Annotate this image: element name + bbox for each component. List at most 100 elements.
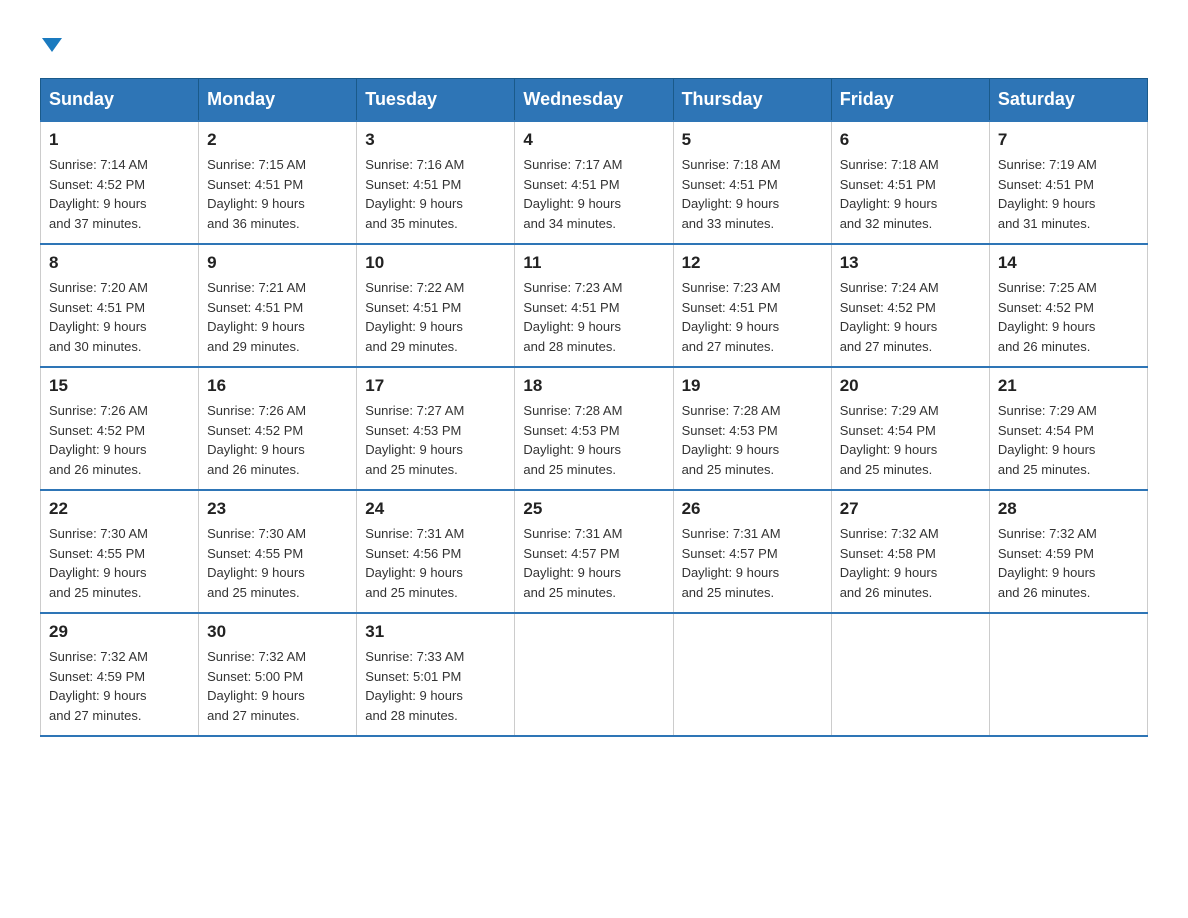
calendar-week-row: 29 Sunrise: 7:32 AMSunset: 4:59 PMDaylig… <box>41 613 1148 736</box>
logo-triangle-icon <box>42 38 62 52</box>
day-info: Sunrise: 7:32 AMSunset: 4:59 PMDaylight:… <box>998 526 1097 600</box>
day-number: 13 <box>840 253 981 273</box>
table-row: 26 Sunrise: 7:31 AMSunset: 4:57 PMDaylig… <box>673 490 831 613</box>
day-number: 24 <box>365 499 506 519</box>
day-number: 3 <box>365 130 506 150</box>
day-info: Sunrise: 7:26 AMSunset: 4:52 PMDaylight:… <box>49 403 148 477</box>
table-row: 20 Sunrise: 7:29 AMSunset: 4:54 PMDaylig… <box>831 367 989 490</box>
logo <box>40 30 62 58</box>
table-row: 30 Sunrise: 7:32 AMSunset: 5:00 PMDaylig… <box>199 613 357 736</box>
table-row: 22 Sunrise: 7:30 AMSunset: 4:55 PMDaylig… <box>41 490 199 613</box>
table-row: 23 Sunrise: 7:30 AMSunset: 4:55 PMDaylig… <box>199 490 357 613</box>
day-info: Sunrise: 7:31 AMSunset: 4:56 PMDaylight:… <box>365 526 464 600</box>
day-info: Sunrise: 7:28 AMSunset: 4:53 PMDaylight:… <box>682 403 781 477</box>
day-info: Sunrise: 7:32 AMSunset: 5:00 PMDaylight:… <box>207 649 306 723</box>
day-info: Sunrise: 7:18 AMSunset: 4:51 PMDaylight:… <box>840 157 939 231</box>
day-number: 22 <box>49 499 190 519</box>
day-info: Sunrise: 7:29 AMSunset: 4:54 PMDaylight:… <box>998 403 1097 477</box>
header-tuesday: Tuesday <box>357 79 515 122</box>
table-row: 2 Sunrise: 7:15 AMSunset: 4:51 PMDayligh… <box>199 121 357 244</box>
day-number: 25 <box>523 499 664 519</box>
day-number: 29 <box>49 622 190 642</box>
table-row: 3 Sunrise: 7:16 AMSunset: 4:51 PMDayligh… <box>357 121 515 244</box>
day-number: 19 <box>682 376 823 396</box>
header-sunday: Sunday <box>41 79 199 122</box>
day-info: Sunrise: 7:25 AMSunset: 4:52 PMDaylight:… <box>998 280 1097 354</box>
day-number: 6 <box>840 130 981 150</box>
table-row: 31 Sunrise: 7:33 AMSunset: 5:01 PMDaylig… <box>357 613 515 736</box>
day-info: Sunrise: 7:22 AMSunset: 4:51 PMDaylight:… <box>365 280 464 354</box>
day-info: Sunrise: 7:31 AMSunset: 4:57 PMDaylight:… <box>523 526 622 600</box>
table-row: 12 Sunrise: 7:23 AMSunset: 4:51 PMDaylig… <box>673 244 831 367</box>
day-number: 12 <box>682 253 823 273</box>
table-row: 16 Sunrise: 7:26 AMSunset: 4:52 PMDaylig… <box>199 367 357 490</box>
day-number: 15 <box>49 376 190 396</box>
day-info: Sunrise: 7:33 AMSunset: 5:01 PMDaylight:… <box>365 649 464 723</box>
table-row <box>673 613 831 736</box>
table-row: 29 Sunrise: 7:32 AMSunset: 4:59 PMDaylig… <box>41 613 199 736</box>
table-row: 11 Sunrise: 7:23 AMSunset: 4:51 PMDaylig… <box>515 244 673 367</box>
page-header <box>40 30 1148 58</box>
day-info: Sunrise: 7:30 AMSunset: 4:55 PMDaylight:… <box>49 526 148 600</box>
header-wednesday: Wednesday <box>515 79 673 122</box>
table-row: 4 Sunrise: 7:17 AMSunset: 4:51 PMDayligh… <box>515 121 673 244</box>
table-row: 24 Sunrise: 7:31 AMSunset: 4:56 PMDaylig… <box>357 490 515 613</box>
day-number: 14 <box>998 253 1139 273</box>
day-number: 2 <box>207 130 348 150</box>
day-info: Sunrise: 7:15 AMSunset: 4:51 PMDaylight:… <box>207 157 306 231</box>
day-info: Sunrise: 7:19 AMSunset: 4:51 PMDaylight:… <box>998 157 1097 231</box>
table-row: 18 Sunrise: 7:28 AMSunset: 4:53 PMDaylig… <box>515 367 673 490</box>
table-row: 21 Sunrise: 7:29 AMSunset: 4:54 PMDaylig… <box>989 367 1147 490</box>
day-number: 10 <box>365 253 506 273</box>
table-row: 9 Sunrise: 7:21 AMSunset: 4:51 PMDayligh… <box>199 244 357 367</box>
day-number: 27 <box>840 499 981 519</box>
table-row: 14 Sunrise: 7:25 AMSunset: 4:52 PMDaylig… <box>989 244 1147 367</box>
day-number: 26 <box>682 499 823 519</box>
day-number: 7 <box>998 130 1139 150</box>
table-row <box>989 613 1147 736</box>
day-info: Sunrise: 7:28 AMSunset: 4:53 PMDaylight:… <box>523 403 622 477</box>
day-number: 30 <box>207 622 348 642</box>
calendar-week-row: 1 Sunrise: 7:14 AMSunset: 4:52 PMDayligh… <box>41 121 1148 244</box>
table-row: 13 Sunrise: 7:24 AMSunset: 4:52 PMDaylig… <box>831 244 989 367</box>
day-info: Sunrise: 7:26 AMSunset: 4:52 PMDaylight:… <box>207 403 306 477</box>
day-number: 23 <box>207 499 348 519</box>
day-info: Sunrise: 7:32 AMSunset: 4:58 PMDaylight:… <box>840 526 939 600</box>
day-number: 9 <box>207 253 348 273</box>
calendar-week-row: 22 Sunrise: 7:30 AMSunset: 4:55 PMDaylig… <box>41 490 1148 613</box>
day-info: Sunrise: 7:24 AMSunset: 4:52 PMDaylight:… <box>840 280 939 354</box>
day-number: 16 <box>207 376 348 396</box>
day-number: 5 <box>682 130 823 150</box>
day-number: 8 <box>49 253 190 273</box>
calendar-week-row: 15 Sunrise: 7:26 AMSunset: 4:52 PMDaylig… <box>41 367 1148 490</box>
calendar-header-row: Sunday Monday Tuesday Wednesday Thursday… <box>41 79 1148 122</box>
day-number: 1 <box>49 130 190 150</box>
table-row <box>831 613 989 736</box>
day-number: 20 <box>840 376 981 396</box>
table-row: 15 Sunrise: 7:26 AMSunset: 4:52 PMDaylig… <box>41 367 199 490</box>
day-info: Sunrise: 7:31 AMSunset: 4:57 PMDaylight:… <box>682 526 781 600</box>
day-info: Sunrise: 7:14 AMSunset: 4:52 PMDaylight:… <box>49 157 148 231</box>
table-row: 27 Sunrise: 7:32 AMSunset: 4:58 PMDaylig… <box>831 490 989 613</box>
table-row: 10 Sunrise: 7:22 AMSunset: 4:51 PMDaylig… <box>357 244 515 367</box>
header-saturday: Saturday <box>989 79 1147 122</box>
day-number: 17 <box>365 376 506 396</box>
day-info: Sunrise: 7:29 AMSunset: 4:54 PMDaylight:… <box>840 403 939 477</box>
calendar-table: Sunday Monday Tuesday Wednesday Thursday… <box>40 78 1148 737</box>
day-number: 31 <box>365 622 506 642</box>
day-info: Sunrise: 7:23 AMSunset: 4:51 PMDaylight:… <box>523 280 622 354</box>
day-number: 18 <box>523 376 664 396</box>
day-number: 21 <box>998 376 1139 396</box>
day-info: Sunrise: 7:27 AMSunset: 4:53 PMDaylight:… <box>365 403 464 477</box>
day-info: Sunrise: 7:21 AMSunset: 4:51 PMDaylight:… <box>207 280 306 354</box>
day-info: Sunrise: 7:16 AMSunset: 4:51 PMDaylight:… <box>365 157 464 231</box>
day-info: Sunrise: 7:17 AMSunset: 4:51 PMDaylight:… <box>523 157 622 231</box>
table-row: 5 Sunrise: 7:18 AMSunset: 4:51 PMDayligh… <box>673 121 831 244</box>
table-row: 7 Sunrise: 7:19 AMSunset: 4:51 PMDayligh… <box>989 121 1147 244</box>
day-number: 11 <box>523 253 664 273</box>
header-thursday: Thursday <box>673 79 831 122</box>
table-row: 28 Sunrise: 7:32 AMSunset: 4:59 PMDaylig… <box>989 490 1147 613</box>
header-friday: Friday <box>831 79 989 122</box>
table-row: 1 Sunrise: 7:14 AMSunset: 4:52 PMDayligh… <box>41 121 199 244</box>
calendar-week-row: 8 Sunrise: 7:20 AMSunset: 4:51 PMDayligh… <box>41 244 1148 367</box>
